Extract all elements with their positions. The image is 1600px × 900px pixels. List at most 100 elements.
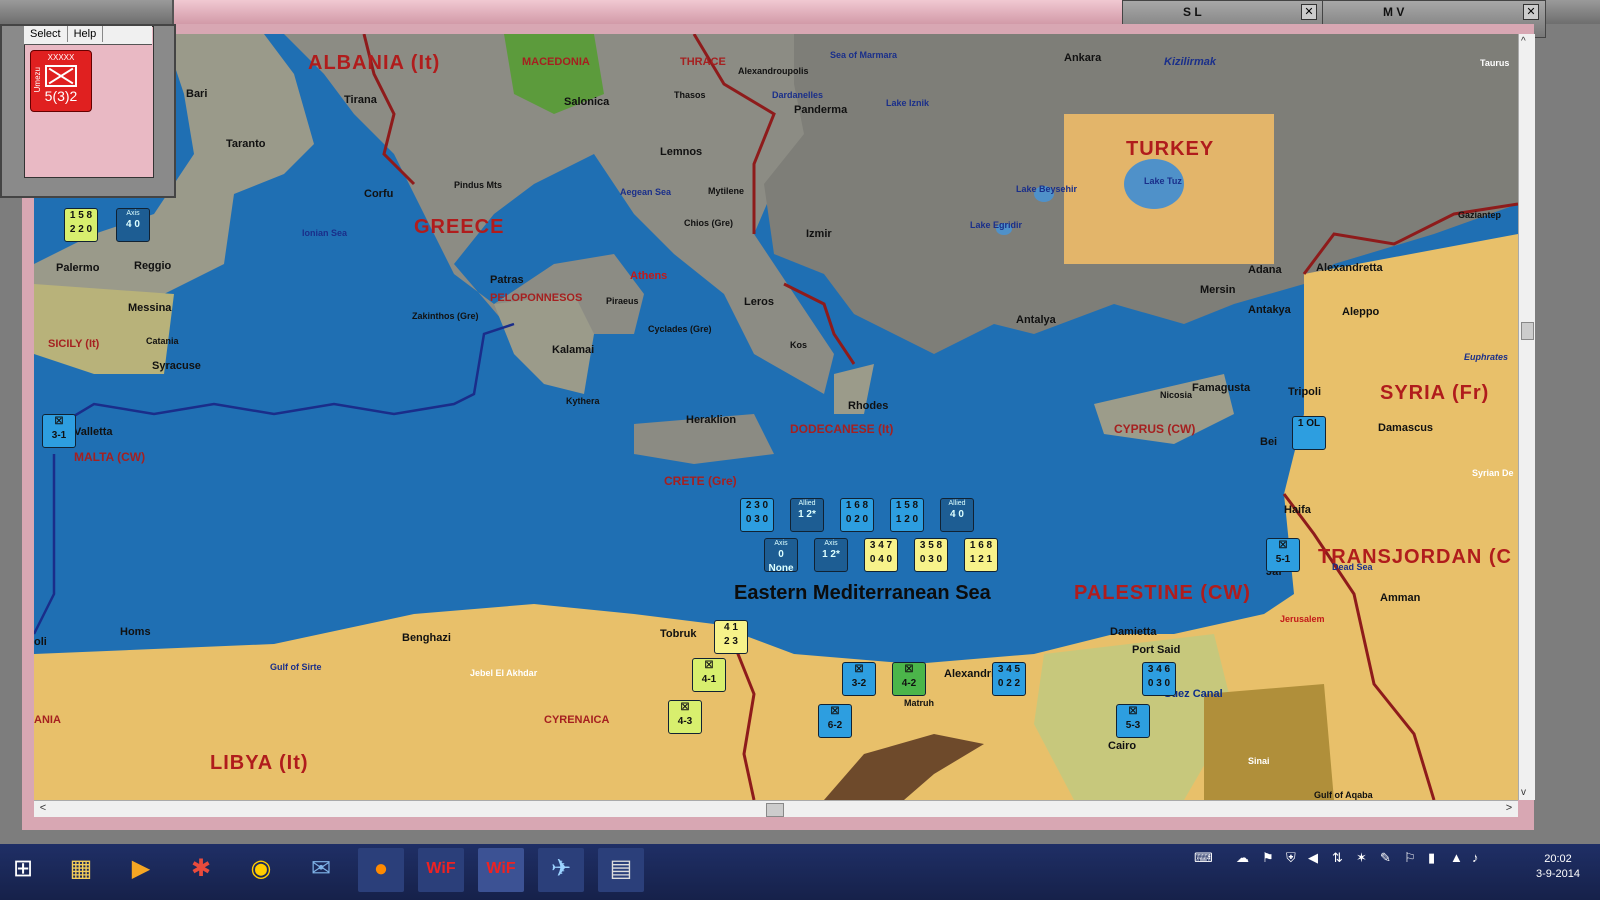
keyboard-icon[interactable]: ⌨: [1194, 850, 1213, 866]
scroll-down-icon[interactable]: v: [1521, 787, 1526, 798]
sinai-land: [1204, 684, 1334, 800]
region-label: THRACE: [680, 56, 726, 68]
tools-icon[interactable]: ✎: [1380, 850, 1391, 866]
infantry-icon: ☒: [830, 706, 840, 717]
army-counter[interactable]: ☒ 4-2: [892, 662, 926, 696]
unit-counter[interactable]: 1 5 8 2 2 0: [64, 208, 98, 242]
start-button[interactable]: ⊞: [0, 848, 46, 892]
unit-counter[interactable]: 2 3 0 0 3 0: [740, 498, 774, 532]
sea-box-counter[interactable]: Axis 0 None: [764, 538, 798, 574]
taskbar-app[interactable]: ✉: [298, 848, 344, 892]
unit-counter[interactable]: 1 6 8 1 2 1: [964, 538, 998, 572]
scroll-thumb[interactable]: [766, 803, 784, 817]
city-label: Salonica: [564, 96, 610, 108]
sea-box-counter[interactable]: Axis 1 2*: [814, 538, 848, 572]
unit-counter[interactable]: 1 6 8 0 2 0: [840, 498, 874, 532]
city-label: Messina: [128, 302, 172, 314]
taskbar-app[interactable]: WiF: [418, 848, 464, 892]
wif-icon: WiF: [486, 860, 516, 877]
counter-top: 2 3 0: [745, 500, 769, 511]
counter-top: 3 4 6: [1147, 664, 1171, 675]
close-icon[interactable]: ✕: [1523, 4, 1539, 20]
infantry-icon: [45, 65, 77, 87]
speaker-icon[interactable]: ♪: [1472, 850, 1479, 865]
city-label: Damascus: [1378, 422, 1434, 434]
signal-icon[interactable]: ▲: [1450, 850, 1463, 865]
action-center-icon[interactable]: ⚐: [1404, 850, 1416, 866]
paint-icon: ✱: [190, 855, 212, 882]
bluetooth-icon[interactable]: ✶: [1356, 850, 1367, 866]
taskbar-app[interactable]: WiF: [478, 848, 524, 892]
taskbar-app[interactable]: ▤: [598, 848, 644, 892]
country-label: PALESTINE (CW): [1074, 582, 1251, 604]
counter-bottom: 5-3: [1125, 720, 1141, 731]
shield-icon[interactable]: ⛨: [1286, 850, 1296, 866]
scroll-thumb[interactable]: [1521, 322, 1534, 340]
volume-icon[interactable]: ◀: [1308, 850, 1318, 866]
sea-box-counter[interactable]: Allied 4 0: [940, 498, 974, 532]
close-icon[interactable]: ✕: [1301, 4, 1317, 20]
system-clock[interactable]: 20:02 3-9-2014: [1536, 852, 1580, 882]
selected-unit-counter[interactable]: XXXXX 5(3)2 Umezu: [30, 50, 92, 112]
counter-bottom: 4 0: [126, 219, 140, 230]
city-label: Athens: [630, 270, 668, 282]
map-view[interactable]: ALBANIA (It) TURKEY GREECE SYRIA (Fr) TR…: [34, 34, 1518, 800]
city-label: Rhodes: [848, 400, 889, 412]
infantry-icon: ☒: [54, 416, 64, 427]
army-counter[interactable]: ☒ 4-1: [692, 658, 726, 692]
unit-counter[interactable]: 3 5 8 0 3 0: [914, 538, 948, 572]
strait-label: Dardanelles: [772, 90, 824, 100]
unit-counter[interactable]: 3 4 6 0 3 0: [1142, 662, 1176, 696]
taskbar-app[interactable]: ●: [358, 848, 404, 892]
counter-top: 1 6 8: [845, 500, 869, 511]
counter-top: 1 5 8: [69, 210, 93, 221]
scroll-left-icon[interactable]: <: [36, 802, 50, 814]
city-label: Famagusta: [1192, 382, 1251, 394]
hq-counter[interactable]: 1 OL: [1292, 416, 1326, 450]
army-counter[interactable]: ☒ 5-3: [1116, 704, 1150, 738]
main-window-titlebar[interactable]: [172, 0, 1146, 24]
army-counter[interactable]: ☒ 3-2: [842, 662, 876, 696]
air-unit-counter[interactable]: 4 12 3: [714, 620, 748, 654]
battery-icon[interactable]: ▮: [1428, 850, 1435, 866]
army-counter[interactable]: ☒ 3-1: [42, 414, 76, 448]
army-counter[interactable]: ☒ 5-1: [1266, 538, 1300, 572]
city-label: Amman: [1380, 592, 1421, 604]
taskbar-app[interactable]: ▶: [118, 848, 164, 892]
counter-bottom: 5-1: [1275, 554, 1291, 565]
unit-counter[interactable]: 3 4 5 0 2 2: [992, 662, 1026, 696]
lake-label: Lake Egridir: [970, 220, 1023, 230]
unit-counter[interactable]: 3 4 7 0 4 0: [864, 538, 898, 572]
taskbar-app[interactable]: ✱: [178, 848, 224, 892]
taskbar-app[interactable]: ▦: [58, 848, 104, 892]
city-label: oli: [34, 636, 47, 648]
firefox-icon: ●: [373, 855, 389, 882]
menu-select[interactable]: Select: [24, 26, 68, 42]
sea-box-counter[interactable]: Axis 4 0: [116, 208, 150, 242]
infantry-icon: ☒: [704, 660, 714, 671]
city-label: Reggio: [134, 260, 172, 272]
sea-box-counter[interactable]: Allied 1 2*: [790, 498, 824, 532]
scroll-right-icon[interactable]: >: [1502, 802, 1516, 814]
city-label: Benghazi: [402, 632, 451, 644]
city-label: Gaziantep: [1458, 210, 1502, 220]
counter-bottom: 3-1: [51, 430, 67, 441]
menu-help[interactable]: Help: [68, 26, 104, 42]
vertical-scrollbar[interactable]: ^ v: [1518, 34, 1535, 800]
cloud-icon[interactable]: ☁: [1236, 850, 1249, 866]
horizontal-scrollbar[interactable]: < >: [34, 800, 1518, 817]
mv-window-title: M V: [1383, 5, 1405, 19]
unit-counter[interactable]: 1 5 8 1 2 0: [890, 498, 924, 532]
army-counter[interactable]: ☒ 6-2: [818, 704, 852, 738]
army-counter[interactable]: ☒ 4-3: [668, 700, 702, 734]
scroll-up-icon[interactable]: ^: [1521, 36, 1526, 47]
taskbar-app[interactable]: ✈: [538, 848, 584, 892]
city-label: Ankara: [1064, 52, 1102, 64]
region-label: SICILY (It): [48, 338, 100, 350]
counter-top: 3 4 7: [869, 540, 893, 551]
taskbar-app[interactable]: ◉: [238, 848, 284, 892]
city-label: Aleppo: [1342, 306, 1380, 318]
flag-icon[interactable]: ⚑: [1262, 850, 1274, 866]
network-icon[interactable]: ⇅: [1332, 850, 1343, 866]
media-icon: ▶: [131, 855, 151, 882]
